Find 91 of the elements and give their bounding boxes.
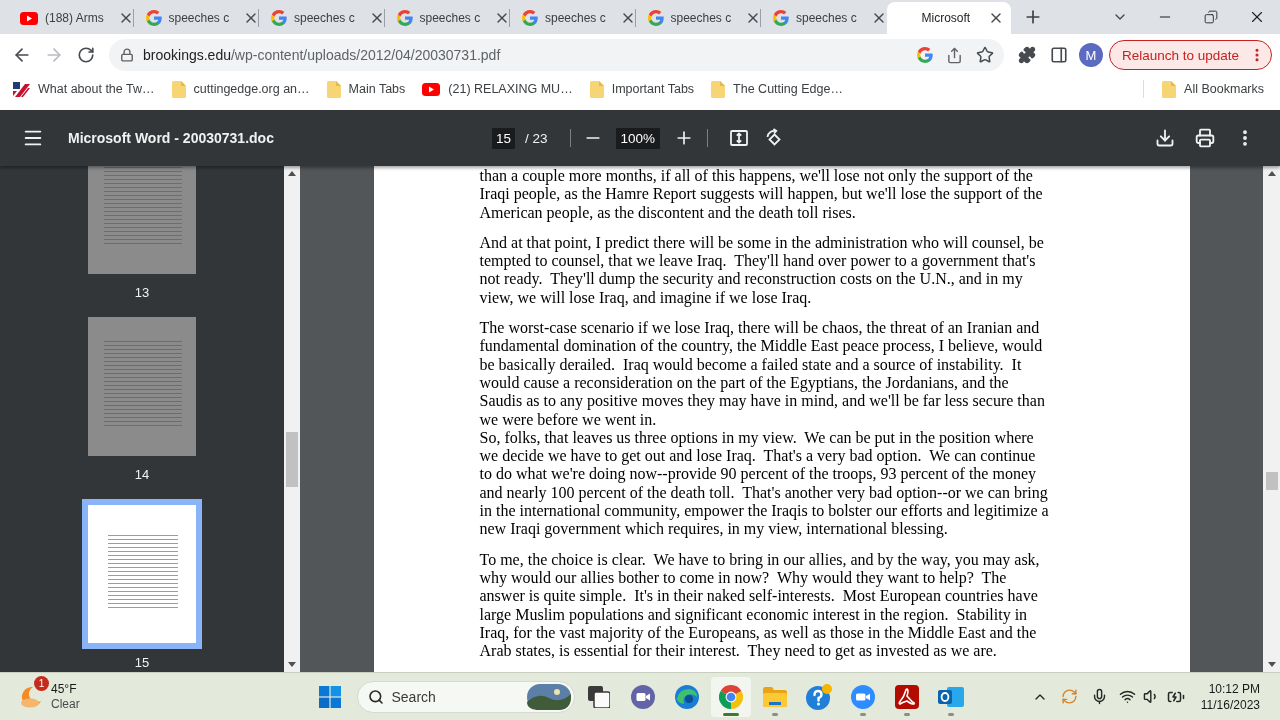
address-field[interactable]: brookings.edu/wp-content/uploads/2012/04/20030731.pdf [109, 39, 1004, 71]
scroll-up-icon[interactable] [288, 171, 296, 176]
document-app-icon [894, 684, 919, 709]
star-icon[interactable] [975, 46, 994, 64]
bookmark-item[interactable]: What about the Tw… [5, 76, 163, 102]
lock-icon [120, 48, 134, 62]
taskbar-app-button[interactable] [710, 676, 751, 717]
paragraph: To me, the choice is clear. We have to bring in our allies, and by the way, you may ask, why would our allies bother to come in now? Why would they want to help? The answer is quite simple. It's in their naked self-interests. Most European countries have large Muslim populations and significant economic interest in the region. Stability in Iraq, for the vast majority of the Europeans, as well as those in the Middle East and the Arab states, is essential for their interest. They need to get as invested as we are. [479, 550, 1040, 661]
running-indicator [771, 712, 778, 716]
bookmark-item[interactable]: The Cutting Edge… [703, 76, 851, 102]
folder-icon [1162, 80, 1177, 98]
date-text: 11/16/2023 [1200, 696, 1260, 713]
relaunch-button[interactable]: Relaunch to update [1108, 40, 1272, 70]
running-indicator [903, 712, 910, 716]
start-icon [318, 685, 341, 708]
scroll-up-icon[interactable] [1267, 171, 1276, 176]
folder-icon [171, 80, 186, 98]
mail-app-icon [937, 684, 964, 709]
tab-title: speeches c [796, 10, 857, 26]
time-text: 10:12 PM [1208, 680, 1260, 697]
video-camera-icon [850, 684, 875, 709]
help-icon [805, 683, 832, 710]
video-call-icon [630, 684, 655, 709]
flag-icon [13, 81, 30, 97]
document-title: Microsoft Word - 20030731.doc [68, 130, 274, 146]
folder-icon [589, 80, 604, 98]
folder-icon [762, 686, 787, 707]
puzzle-icon[interactable] [1017, 46, 1036, 64]
scrollbar[interactable] [1263, 166, 1280, 672]
clock[interactable]: 10:12 PM 11/16/2023 [1200, 680, 1260, 713]
running-indicator [947, 712, 954, 716]
running-indicator [722, 712, 739, 716]
running-indicator [859, 712, 866, 716]
restore-icon[interactable] [1204, 10, 1218, 24]
bookmark-item[interactable]: Main Tabs [318, 76, 414, 102]
weather-condition: Clear [51, 696, 80, 712]
g-logo-icon [647, 10, 664, 26]
bookmark-item[interactable]: All Bookmarks [1154, 76, 1272, 102]
fit-page-icon[interactable] [729, 128, 750, 148]
bookmark-item[interactable]: cuttingedge.org an… [163, 76, 318, 102]
tab-title: speeches c [545, 10, 606, 26]
page-count: / 23 [525, 130, 548, 146]
page-number: 14 [134, 467, 150, 482]
g-logo-icon [145, 10, 162, 26]
video-play-icon [20, 11, 38, 25]
scroll-down-icon[interactable] [1267, 662, 1276, 667]
scroll-down-icon[interactable] [288, 662, 296, 667]
profile-avatar[interactable]: M [1078, 43, 1103, 67]
paragraph: than a couple more months, if all of this happens, we'll lose not only the support of the Iraqi people, as the Hamre Report suggests will happen, but we'll lose the support of the American people, as the discontent and the death toll rises. [479, 167, 1043, 222]
paragraph: The worst-case scenario if we lose Iraq, there will be chaos, the threat of an Iranian and fundamental domination of the country, the Middle East peace process, I believe, would be basically derailed. Iraq would become a failed state and a source of instability. It would cause a reconsideration on the part of the Egyptians, the Jordanians, and the Saudis as to any positive moves they may have in mind, and we'll be far less secure than we were before we went in. So, folks, that leaves us three options in my view. We can be put in the position where we decide we have to get out and lose Iraq. That's a very bad option. We can continue to do what we're doing now--provide 90 percent of the troops, 93 percent of the money and nearly 100 percent of the death toll. That's another very bad option--or we can bring in the international community, empower the Iraqis to bolster our efforts and legitimize a new Iraqi government which requires, in my view, international blessing. [479, 319, 1049, 539]
g-logo-icon [522, 10, 538, 26]
search-icon [367, 688, 384, 705]
browser-icon [718, 684, 743, 709]
scrollbar[interactable] [284, 166, 300, 672]
bookmark-item[interactable]: (21) RELAXING MU… [414, 76, 581, 102]
print-icon[interactable] [1195, 128, 1215, 148]
wifi-icon[interactable] [1119, 688, 1137, 705]
page-number-input[interactable]: 15 [491, 127, 515, 149]
notification-badge: 1 [34, 675, 49, 691]
g-logo-icon [271, 10, 287, 26]
video-play-icon [422, 82, 441, 96]
url-text: brookings.edu/wp-content/uploads/2012/04/20030731.pdf [143, 47, 501, 63]
page-number: 13 [134, 285, 150, 300]
folder-icon [326, 80, 341, 98]
tab-title: Microsoft [921, 10, 971, 26]
temperature: 45°F [51, 681, 78, 697]
page-thumbnail[interactable] [82, 499, 202, 649]
scrollbar-thumb[interactable] [1265, 472, 1278, 490]
tab-title: speeches c [294, 10, 355, 26]
reload-icon [77, 46, 95, 64]
tab-title: (188) Arms [45, 10, 104, 26]
g-logo-icon [396, 10, 413, 26]
tab-title: speeches c [419, 10, 481, 26]
swirl-icon [674, 684, 699, 709]
g-logo-icon [773, 10, 789, 26]
scrollbar-thumb[interactable] [286, 432, 298, 487]
tab-title: speeches c [168, 10, 230, 26]
folder-icon [711, 80, 726, 98]
share-icon[interactable] [946, 46, 964, 64]
zoom-input[interactable]: 100% [615, 127, 661, 149]
page-number: 15 [134, 655, 150, 670]
side-panel-icon[interactable] [1049, 46, 1068, 64]
browser-tab[interactable]: Microsoft [886, 2, 1011, 34]
search-field[interactable]: Search [356, 680, 575, 713]
landscape-drawing [526, 683, 571, 710]
tab-title: speeches c [670, 10, 732, 26]
bookmark-item[interactable]: Important Tabs [581, 76, 703, 102]
download-icon[interactable] [1155, 128, 1175, 148]
task-view-icon [587, 685, 610, 708]
g-logo-icon[interactable] [916, 47, 933, 63]
paragraph: And at that point, I predict there will be some in the administration who will counsel, be tempted to counsel, that we leave Iraq. They'll hand over power to a government that's not ready. They'll dump the security and reconstruction costs on the U.N., and in my view, we will lose Iraq, and imagine if we lose Iraq. [479, 233, 1044, 308]
